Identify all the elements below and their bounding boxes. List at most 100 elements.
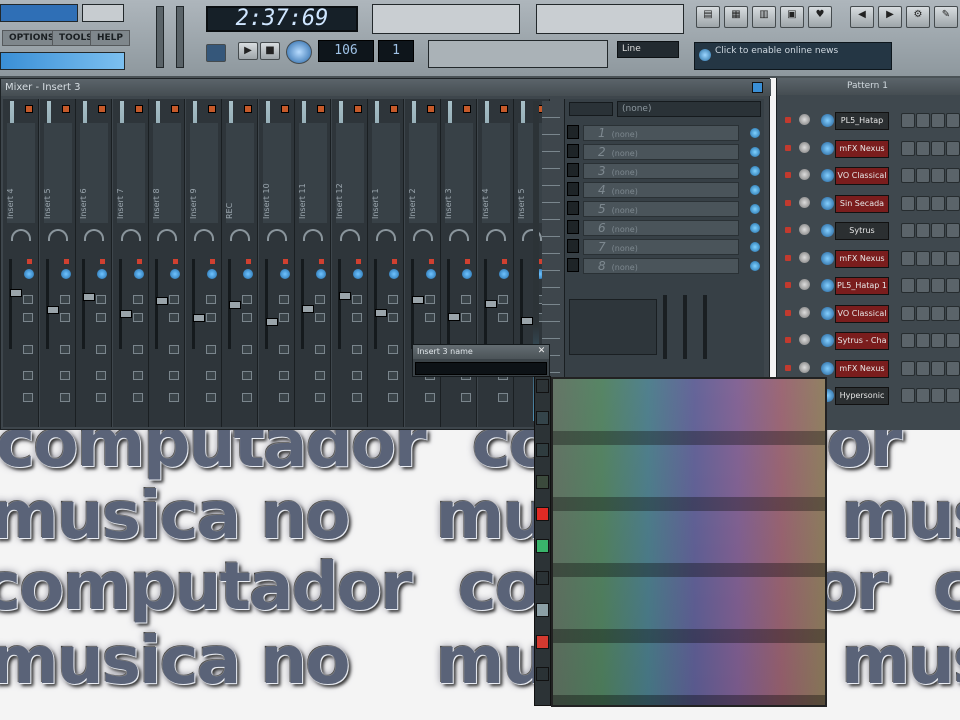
pan-knob[interactable] [389,269,399,279]
route-button[interactable] [96,393,106,402]
fader-cap[interactable] [10,289,22,297]
channel-mute-led[interactable] [785,199,791,206]
route-button[interactable] [169,393,179,402]
route-button[interactable] [351,345,362,354]
mixer-channel[interactable]: Insert 5 [39,99,76,427]
fx-preset-icon[interactable] [569,102,613,116]
step-button[interactable] [901,388,915,403]
volume-fader[interactable] [228,259,241,349]
channel-name-area[interactable]: Insert 11 [298,123,327,223]
fader-cap[interactable] [229,301,241,309]
pan-knob[interactable] [206,269,217,279]
step-button[interactable] [946,278,960,293]
pattern-song-toggle[interactable] [206,44,226,62]
step-button[interactable] [916,140,930,156]
step-button[interactable] [901,195,915,211]
volume-fader[interactable] [45,259,59,349]
step-button[interactable] [901,333,915,348]
fader-cap[interactable] [375,309,387,317]
step-button[interactable] [901,113,915,128]
route-button[interactable] [132,313,143,322]
volume-fader[interactable] [301,259,314,349]
stereo-separation-icon[interactable] [157,229,177,241]
channel-mute-button[interactable] [463,105,471,113]
channel-mute-led[interactable] [785,117,791,123]
volume-fader[interactable] [410,259,424,349]
channel-pan-knob[interactable] [799,224,810,235]
mixer-channel[interactable]: Insert 6 [76,99,112,427]
step-button[interactable] [901,250,915,266]
step-button[interactable] [916,333,930,348]
step-button[interactable] [901,305,915,321]
record-arm-led[interactable] [100,259,105,264]
fader-cap[interactable] [411,296,424,304]
route-button[interactable] [351,371,362,380]
channel-mute-led[interactable] [785,172,791,178]
fx-slot-toggle[interactable] [567,125,579,139]
stereo-separation-icon[interactable] [266,229,287,241]
fx-input-select[interactable]: (none) [617,101,761,117]
mixer-close-icon[interactable] [752,82,763,93]
route-button[interactable] [461,295,471,304]
volume-fader[interactable] [118,259,132,349]
step-button[interactable] [916,360,930,376]
route-button[interactable] [461,313,471,322]
channel-pan-knob[interactable] [799,114,810,125]
route-button[interactable] [169,313,179,322]
route-button[interactable] [205,345,216,354]
fx-mix-knob[interactable] [750,185,760,195]
step-button[interactable] [931,250,945,266]
channel-name-area[interactable]: Insert 1 [371,123,400,223]
channel-pan-knob[interactable] [799,279,810,290]
channel-name-area[interactable]: Insert 8 [152,123,181,223]
route-button[interactable] [497,295,508,304]
step-button[interactable] [946,140,960,156]
step-button[interactable] [946,113,960,128]
route-button[interactable] [132,371,143,380]
step-button[interactable] [946,360,960,376]
volume-fader[interactable] [264,259,278,349]
volume-fader[interactable] [520,259,533,349]
route-button[interactable] [351,295,362,304]
step-button[interactable] [946,250,960,266]
channel-mute-button[interactable] [171,105,179,113]
play-button[interactable]: ▶ [238,42,258,60]
fx-slot-toggle[interactable] [567,201,579,215]
volume-fader[interactable] [447,259,460,349]
channel-mute-button[interactable] [499,105,508,113]
step-button[interactable] [916,278,930,293]
rewind-icon[interactable]: ◀ [850,6,874,28]
mixer-channel[interactable]: Insert 10 [258,99,295,427]
channel-volume-knob[interactable] [821,279,834,292]
mixer-channel[interactable]: Insert 12 [331,99,368,427]
route-button[interactable] [169,295,179,304]
route-button[interactable] [96,313,106,322]
route-button[interactable] [497,393,508,402]
channel-mute-button[interactable] [280,105,289,113]
step-button[interactable] [931,195,945,211]
route-button[interactable] [23,295,33,304]
fx-slot[interactable]: 3 (none) [583,163,760,179]
stereo-separation-icon[interactable] [522,229,542,241]
channel-volume-knob[interactable] [821,334,834,347]
route-button[interactable] [388,371,398,380]
fx-slot[interactable]: 8 (none) [583,258,760,274]
route-button[interactable] [242,295,252,304]
record-arm-led[interactable] [63,259,69,264]
eq-slider-low[interactable] [663,295,667,359]
fader-cap[interactable] [46,306,59,314]
mixer-channel[interactable]: Insert 3 [441,99,477,427]
stop-button[interactable]: ■ [260,42,280,60]
channel-name-area[interactable]: REC [225,123,254,223]
fader-cap[interactable] [156,297,168,305]
color-swatch[interactable] [536,539,549,553]
settings-icon[interactable]: ⚙ [906,6,930,28]
route-button[interactable] [497,313,508,322]
step-button[interactable] [931,113,945,128]
channel-mute-button[interactable] [207,105,216,113]
pan-knob[interactable] [60,269,71,279]
stereo-separation-icon[interactable] [120,229,141,241]
online-news-panel[interactable]: Click to enable online news [694,42,892,70]
channel-mute-button[interactable] [390,105,398,113]
route-button[interactable] [96,295,106,304]
